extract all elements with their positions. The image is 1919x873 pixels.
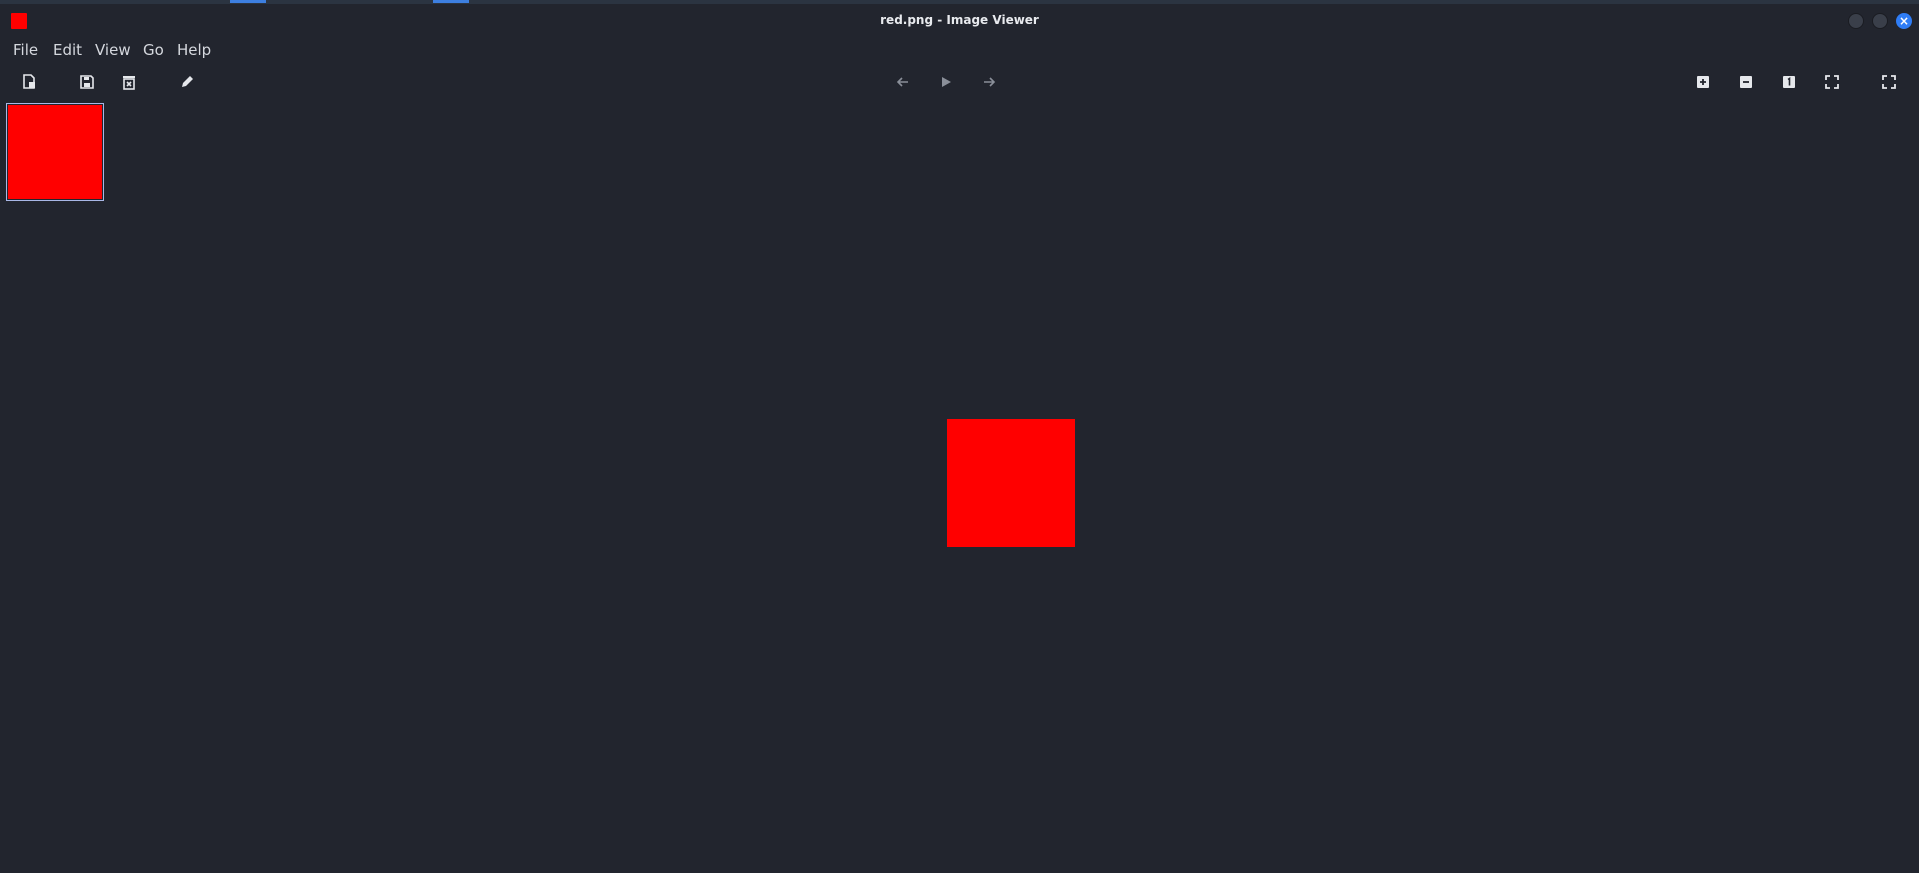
window-title: red.png - Image Viewer [880, 13, 1039, 27]
fullscreen-button[interactable] [1878, 71, 1900, 93]
delete-icon [123, 76, 135, 90]
panel-highlight [230, 0, 266, 3]
open-file-icon [23, 74, 35, 89]
menu-bar: File Edit View Go Help [0, 37, 1919, 63]
toolbar [0, 66, 1919, 98]
previous-icon [896, 77, 908, 87]
displayed-image[interactable] [947, 419, 1075, 547]
previous-button[interactable] [892, 71, 914, 93]
minimize-button[interactable] [1848, 13, 1864, 29]
save-icon [80, 75, 94, 89]
next-button[interactable] [978, 71, 1000, 93]
menu-edit[interactable]: Edit [53, 41, 82, 59]
delete-button[interactable] [118, 71, 140, 93]
title-bar[interactable]: red.png - Image Viewer × [0, 4, 1919, 37]
menu-view[interactable]: View [95, 41, 131, 59]
edit-button[interactable] [176, 71, 198, 93]
save-button[interactable] [76, 71, 98, 93]
zoom-normal-icon [1783, 76, 1795, 88]
zoom-normal-button[interactable] [1778, 71, 1800, 93]
open-file-button[interactable] [18, 71, 40, 93]
menu-help[interactable]: Help [177, 41, 211, 59]
close-button[interactable]: × [1896, 13, 1912, 29]
image-viewer-window: red.png - Image Viewer × File Edit View … [0, 0, 1919, 873]
zoom-out-icon [1740, 76, 1752, 88]
zoom-fit-button[interactable] [1821, 71, 1843, 93]
zoom-out-button[interactable] [1735, 71, 1757, 93]
edit-icon [182, 76, 193, 87]
maximize-button[interactable] [1872, 13, 1888, 29]
thumbnail-selected[interactable] [6, 103, 104, 201]
zoom-in-button[interactable] [1692, 71, 1714, 93]
play-slideshow-button[interactable] [935, 71, 957, 93]
zoom-fit-icon [1825, 75, 1839, 89]
close-icon: × [1898, 14, 1910, 28]
play-icon [942, 77, 951, 87]
menu-file[interactable]: File [13, 41, 38, 59]
next-icon [984, 77, 996, 87]
fullscreen-icon [1882, 75, 1896, 89]
status-bar [0, 866, 1919, 873]
thumbnail-image [8, 105, 102, 199]
panel-highlight [433, 0, 469, 3]
menu-go[interactable]: Go [143, 41, 164, 59]
zoom-in-icon [1697, 76, 1709, 88]
